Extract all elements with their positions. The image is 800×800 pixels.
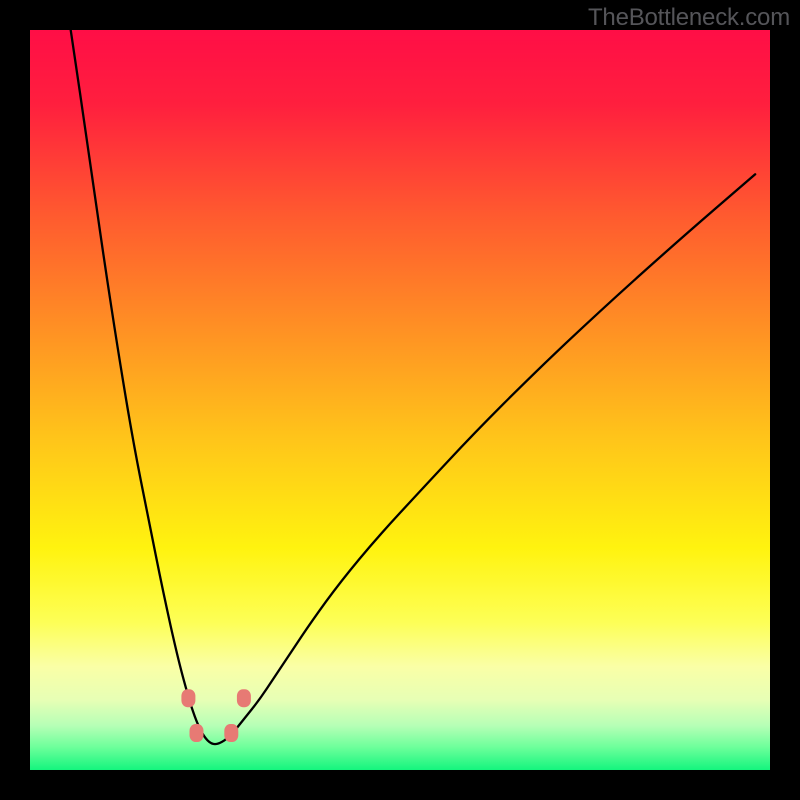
chart-frame xyxy=(30,30,770,770)
curve-marker xyxy=(237,689,251,707)
gradient-background xyxy=(30,30,770,770)
curve-marker xyxy=(224,724,238,742)
curve-marker xyxy=(181,689,195,707)
bottleneck-chart xyxy=(30,30,770,770)
curve-marker xyxy=(190,724,204,742)
watermark-text: TheBottleneck.com xyxy=(588,4,790,32)
